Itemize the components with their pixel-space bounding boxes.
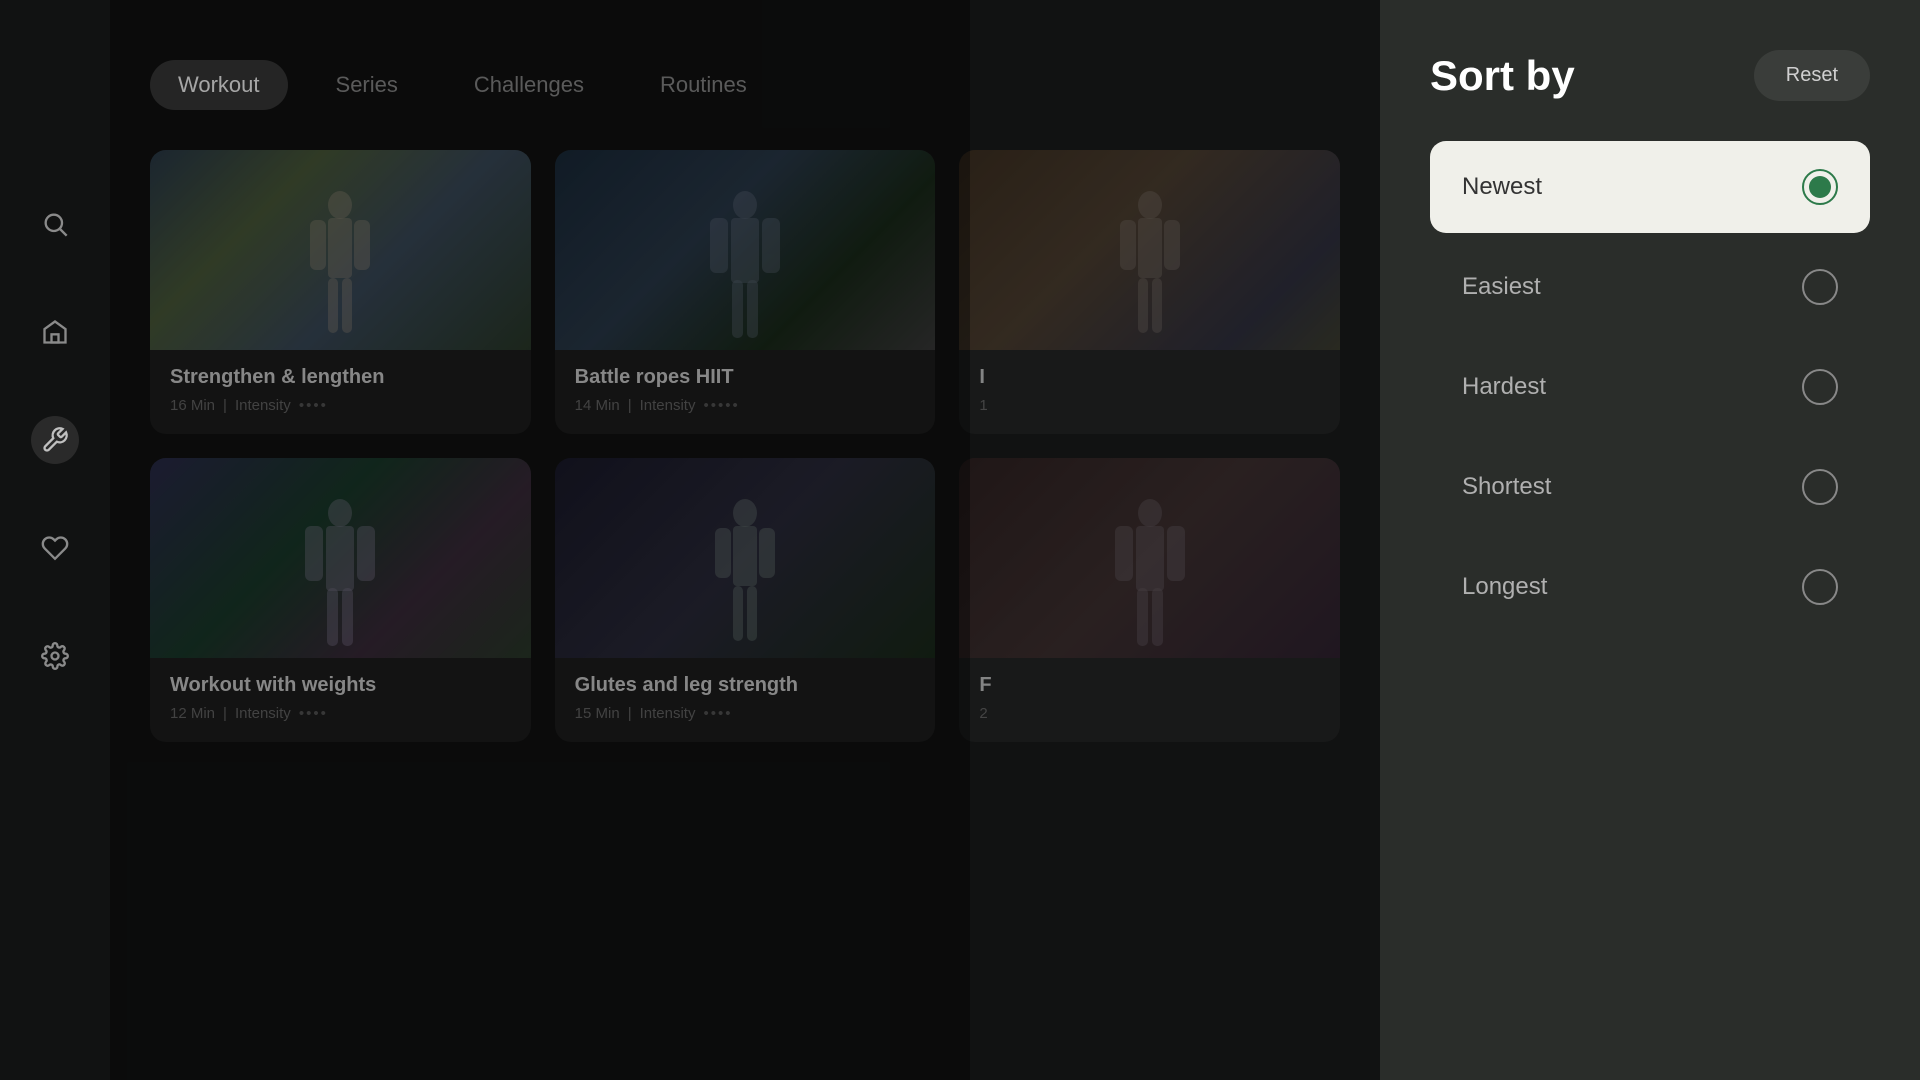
workout-info: I 1 <box>959 350 1340 434</box>
workout-meta: 1 <box>979 397 1320 414</box>
radio-longest <box>1802 569 1838 605</box>
radio-shortest <box>1802 469 1838 505</box>
workout-info: Strengthen & lengthen 16 Min | Intensity… <box>150 350 531 434</box>
tools-icon[interactable] <box>31 416 79 464</box>
sort-option-newest[interactable]: Newest <box>1430 141 1870 233</box>
sort-option-label: Easiest <box>1462 273 1541 301</box>
workout-info: Glutes and leg strength 15 Min | Intensi… <box>555 658 936 742</box>
workout-card[interactable]: Workout with weights 12 Min | Intensity … <box>150 458 531 742</box>
sort-panel: Sort by Reset Newest Easiest Hardest <box>1380 0 1920 1080</box>
settings-icon[interactable] <box>31 632 79 680</box>
radio-newest <box>1802 169 1838 205</box>
workout-title: Workout with weights <box>170 674 511 697</box>
tabs-nav: Workout Series Challenges Routines <box>150 60 1340 110</box>
card-image <box>555 458 936 658</box>
workout-card[interactable]: Battle ropes HIIT 14 Min | Intensity •••… <box>555 150 936 434</box>
card-image <box>959 458 1340 658</box>
sort-option-easiest[interactable]: Easiest <box>1430 241 1870 333</box>
sort-option-label: Longest <box>1462 573 1547 601</box>
tab-challenges[interactable]: Challenges <box>446 60 612 110</box>
radio-hardest <box>1802 369 1838 405</box>
card-image <box>150 150 531 350</box>
content-wrapper: Workout Series Challenges Routines <box>110 0 1920 1080</box>
main-content: Workout Series Challenges Routines <box>110 0 1380 1080</box>
workout-title: F <box>979 674 1320 697</box>
tab-series[interactable]: Series <box>308 60 426 110</box>
workout-info: Battle ropes HIIT 14 Min | Intensity •••… <box>555 350 936 434</box>
workout-title: I <box>979 366 1320 389</box>
workout-meta: 2 <box>979 705 1320 722</box>
workout-meta: 14 Min | Intensity ••••• <box>575 397 916 414</box>
workout-title: Glutes and leg strength <box>575 674 916 697</box>
sidebar <box>0 0 110 1080</box>
tab-routines[interactable]: Routines <box>632 60 775 110</box>
workout-info: F 2 <box>959 658 1340 742</box>
sort-option-shortest[interactable]: Shortest <box>1430 441 1870 533</box>
sort-options: Newest Easiest Hardest Shortest <box>1430 141 1870 633</box>
reset-button[interactable]: Reset <box>1754 50 1870 101</box>
sort-option-label: Newest <box>1462 173 1542 201</box>
sort-option-label: Hardest <box>1462 373 1546 401</box>
workout-card[interactable]: Glutes and leg strength 15 Min | Intensi… <box>555 458 936 742</box>
workout-grid: Strengthen & lengthen 16 Min | Intensity… <box>150 150 1340 742</box>
home-icon[interactable] <box>31 308 79 356</box>
workout-title: Battle ropes HIIT <box>575 366 916 389</box>
sort-header: Sort by Reset <box>1430 50 1870 101</box>
workout-meta: 16 Min | Intensity •••• <box>170 397 511 414</box>
workout-info: Workout with weights 12 Min | Intensity … <box>150 658 531 742</box>
search-icon[interactable] <box>31 200 79 248</box>
workout-card[interactable]: F 2 <box>959 458 1340 742</box>
sort-option-label: Shortest <box>1462 473 1551 501</box>
workout-card[interactable]: Strengthen & lengthen 16 Min | Intensity… <box>150 150 531 434</box>
card-image <box>150 458 531 658</box>
sort-option-longest[interactable]: Longest <box>1430 541 1870 633</box>
workout-card[interactable]: I 1 <box>959 150 1340 434</box>
sort-option-hardest[interactable]: Hardest <box>1430 341 1870 433</box>
card-image <box>959 150 1340 350</box>
tab-workout[interactable]: Workout <box>150 60 288 110</box>
radio-easiest <box>1802 269 1838 305</box>
workout-meta: 12 Min | Intensity •••• <box>170 705 511 722</box>
card-image <box>555 150 936 350</box>
favorites-icon[interactable] <box>31 524 79 572</box>
workout-title: Strengthen & lengthen <box>170 366 511 389</box>
workout-meta: 15 Min | Intensity •••• <box>575 705 916 722</box>
sort-title: Sort by <box>1430 52 1575 100</box>
radio-inner <box>1809 176 1831 198</box>
